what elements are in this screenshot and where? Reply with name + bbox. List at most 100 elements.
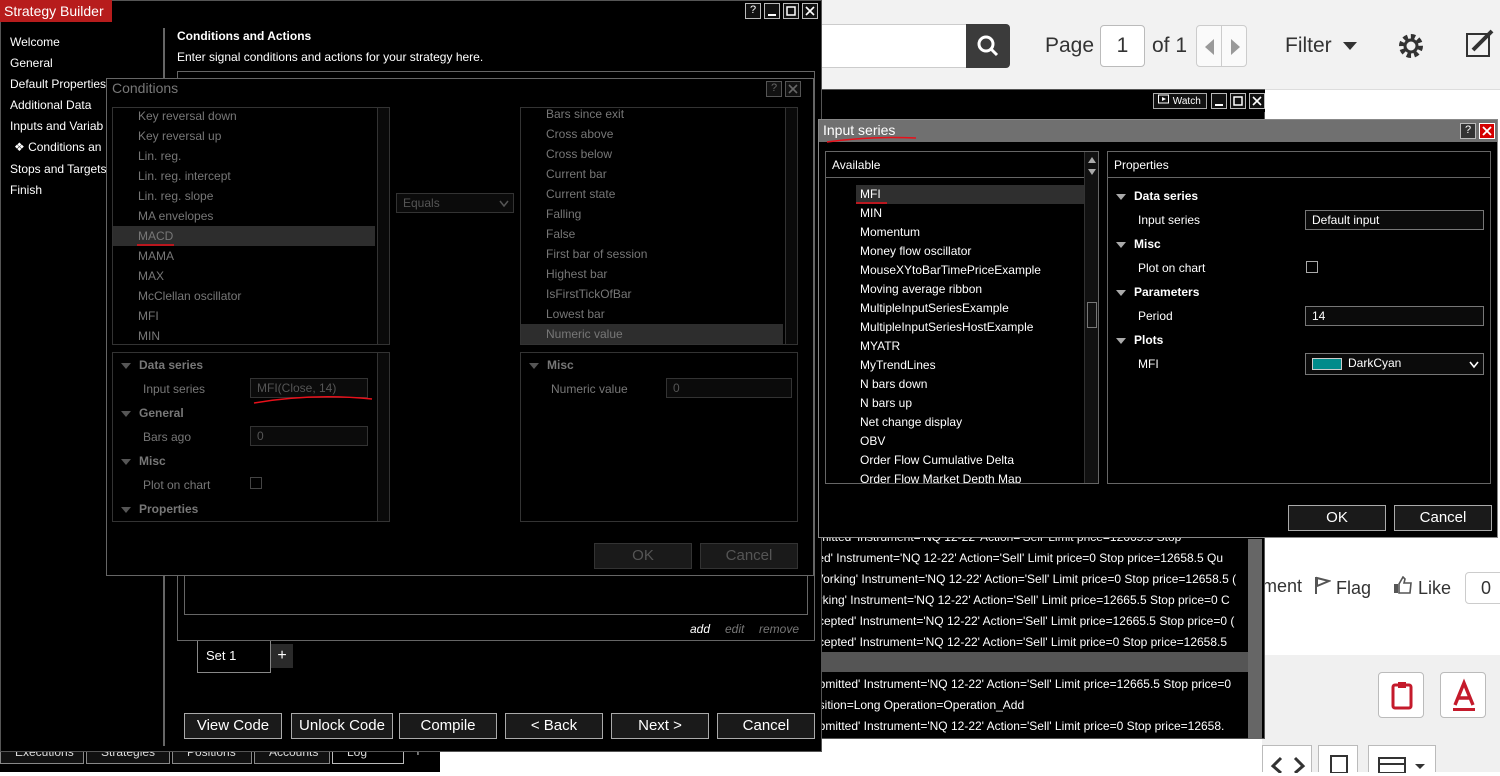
available-item[interactable]: MYATR xyxy=(856,337,1084,356)
settings-button[interactable] xyxy=(1395,30,1427,65)
file-button[interactable] xyxy=(1318,745,1358,774)
scrollbar[interactable] xyxy=(377,108,389,344)
available-item[interactable]: Moving average ribbon xyxy=(856,280,1084,299)
compile-button[interactable]: Compile xyxy=(399,713,497,739)
available-item[interactable]: Momentum xyxy=(856,223,1084,242)
conditions-ok-button[interactable]: OK xyxy=(594,543,692,569)
available-item[interactable]: N bars up xyxy=(856,394,1084,413)
available-item[interactable]: Money flow oscillator xyxy=(856,242,1084,261)
available-item[interactable]: MIN xyxy=(856,204,1084,223)
maximize-button[interactable] xyxy=(783,3,799,19)
available-item[interactable]: N bars down xyxy=(856,375,1084,394)
page-number-input[interactable]: 1 xyxy=(1100,25,1145,67)
prev-page-button[interactable] xyxy=(1196,25,1222,67)
wizard-nav-item[interactable]: Welcome xyxy=(10,32,160,53)
conditions-cancel-button[interactable]: Cancel xyxy=(700,543,798,569)
available-item[interactable]: MultipleInputSeriesHostExample xyxy=(856,318,1084,337)
comment-label[interactable]: ment xyxy=(1262,576,1302,597)
condition-right-item[interactable]: Lowest bar xyxy=(521,304,783,324)
wizard-cancel-button[interactable]: Cancel xyxy=(717,713,815,739)
condition-right-item[interactable]: IsFirstTickOfBar xyxy=(521,284,783,304)
clipboard-button[interactable] xyxy=(1378,672,1424,718)
condition-right-item[interactable]: Highest bar xyxy=(521,264,783,284)
data-series-group[interactable]: Data series xyxy=(113,353,389,377)
minimize-button[interactable] xyxy=(1211,93,1227,109)
available-item[interactable]: Order Flow Cumulative Delta xyxy=(856,451,1084,470)
period-field[interactable]: 14 xyxy=(1305,306,1484,326)
input-series-ok-button[interactable]: OK xyxy=(1288,505,1386,531)
condition-right-item[interactable]: Current bar xyxy=(521,164,783,184)
like-button[interactable]: Like xyxy=(1393,575,1451,599)
input-series-cancel-button[interactable]: Cancel xyxy=(1394,505,1492,531)
bars-ago-field[interactable]: 0 xyxy=(250,426,368,446)
condition-right-item[interactable]: Cross below xyxy=(521,144,783,164)
code-view-button[interactable] xyxy=(1262,745,1312,775)
edit-link[interactable]: edit xyxy=(725,622,744,636)
wizard-nav-item[interactable]: General xyxy=(10,53,160,74)
condition-item[interactable]: MAX xyxy=(113,266,375,286)
font-color-button[interactable] xyxy=(1440,672,1486,718)
plot-on-chart-checkbox[interactable] xyxy=(250,477,262,489)
condition-right-item[interactable]: Falling xyxy=(521,204,783,224)
condition-right-list[interactable]: Bars since exit Cross above Cross below Cur… xyxy=(520,107,798,345)
flag-button[interactable]: Flag xyxy=(1313,576,1371,599)
view-code-button[interactable]: View Code xyxy=(184,713,282,739)
condition-item[interactable]: MIN xyxy=(113,326,375,344)
set-tab[interactable]: Set 1 xyxy=(197,641,271,673)
search-button[interactable] xyxy=(966,24,1010,68)
add-set-button[interactable]: + xyxy=(271,644,293,668)
table-button[interactable] xyxy=(1368,745,1436,774)
parameters-group[interactable]: Parameters xyxy=(1116,285,1199,299)
search-input[interactable] xyxy=(820,24,968,68)
filter-button[interactable]: Filter xyxy=(1285,34,1358,58)
available-item[interactable]: MFI xyxy=(856,185,1084,204)
scrollbar-thumb[interactable] xyxy=(1087,302,1097,328)
input-series-field[interactable]: Default input xyxy=(1305,210,1484,230)
condition-item[interactable]: MFI xyxy=(113,306,375,326)
condition-right-item[interactable]: Bars since exit xyxy=(521,108,783,124)
condition-item-list[interactable]: Key reversal down Key reversal up Lin. reg… xyxy=(112,107,390,345)
condition-right-item[interactable]: Current state xyxy=(521,184,783,204)
close-button[interactable] xyxy=(1479,123,1495,139)
operator-select[interactable]: Equals xyxy=(396,193,514,213)
help-button[interactable]: ? xyxy=(1460,123,1476,139)
condition-right-item[interactable]: First bar of session xyxy=(521,244,783,264)
condition-item[interactable]: Key reversal down xyxy=(113,108,375,126)
close-button[interactable] xyxy=(1249,93,1265,109)
maximize-button[interactable] xyxy=(1230,93,1246,109)
next-page-button[interactable] xyxy=(1221,25,1247,67)
condition-item[interactable]: Lin. reg. xyxy=(113,146,375,166)
close-button[interactable] xyxy=(802,3,818,19)
log-scrollbar[interactable] xyxy=(1248,539,1262,739)
misc-group[interactable]: Misc xyxy=(113,449,389,473)
available-item[interactable]: Net change display xyxy=(856,413,1084,432)
condition-right-item[interactable]: False xyxy=(521,224,783,244)
misc-group[interactable]: Misc xyxy=(1116,237,1161,251)
condition-item[interactable]: Key reversal up xyxy=(113,126,375,146)
add-link[interactable]: add xyxy=(690,622,710,636)
unlock-code-button[interactable]: Unlock Code xyxy=(291,713,393,739)
condition-item[interactable]: McClellan oscillator xyxy=(113,286,375,306)
available-item[interactable]: MouseXYtoBarTimePriceExample xyxy=(856,261,1084,280)
available-item[interactable]: OBV xyxy=(856,432,1084,451)
condition-right-item[interactable]: Numeric value xyxy=(521,324,783,344)
plots-group[interactable]: Plots xyxy=(1116,333,1163,347)
back-button[interactable]: < Back xyxy=(505,713,603,739)
numeric-value-field[interactable]: 0 xyxy=(666,378,792,398)
available-item[interactable]: MyTrendLines xyxy=(856,356,1084,375)
scrollbar[interactable] xyxy=(785,108,797,344)
remove-link[interactable]: remove xyxy=(759,622,799,636)
plot-on-chart-checkbox[interactable] xyxy=(1306,261,1318,273)
edit-button[interactable] xyxy=(1465,28,1495,63)
help-button[interactable]: ? xyxy=(745,3,761,19)
properties-group[interactable]: Properties xyxy=(113,497,389,521)
scrollbar[interactable] xyxy=(377,353,389,521)
available-item[interactable]: MultipleInputSeriesExample xyxy=(856,299,1084,318)
mfi-color-select[interactable]: DarkCyan xyxy=(1305,353,1484,375)
minimize-button[interactable] xyxy=(764,3,780,19)
next-button[interactable]: Next > xyxy=(611,713,709,739)
condition-right-item[interactable]: Cross above xyxy=(521,124,783,144)
available-item[interactable]: Order Flow Market Depth Map xyxy=(856,470,1084,483)
misc-group[interactable]: Misc xyxy=(529,358,574,372)
condition-item[interactable]: MAMA xyxy=(113,246,375,266)
